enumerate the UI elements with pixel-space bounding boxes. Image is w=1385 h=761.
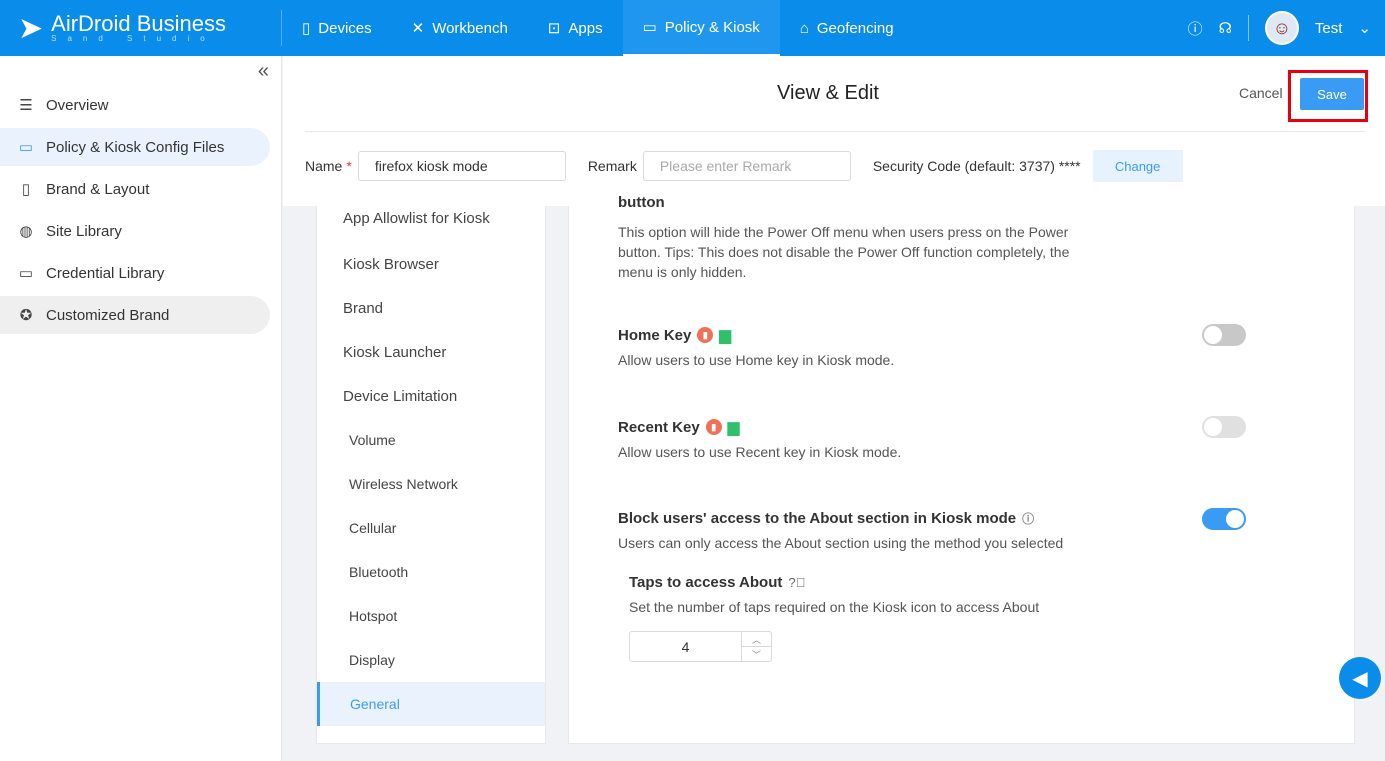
star-icon: ✪ xyxy=(19,307,33,324)
sidebar: « ☰ Overview ▭ Policy & Kiosk Config Files… xyxy=(0,56,282,761)
chevron-up-icon[interactable]: ︿ xyxy=(742,632,771,646)
edit-header: View & Edit Cancel Save Name * firefox ki… xyxy=(283,56,1385,206)
list-icon: ☰ xyxy=(19,97,33,114)
home-key-toggle[interactable] xyxy=(1202,324,1246,346)
sidebar-item-config-files[interactable]: ▭ Policy & Kiosk Config Files xyxy=(0,128,270,166)
android-icon: ▆ xyxy=(727,419,740,436)
support-icon[interactable]: ☊ xyxy=(1219,19,1232,37)
page-title: View & Edit xyxy=(777,82,879,104)
sidebar-item-site-library[interactable]: ◍ Site Library xyxy=(0,212,270,250)
block-about-toggle[interactable] xyxy=(1202,508,1246,530)
kiosk-badge-icon: ▮ xyxy=(705,419,722,435)
globe-icon: ◍ xyxy=(19,223,33,240)
chevron-down-icon[interactable]: ⌄ xyxy=(1358,19,1371,37)
menu-item[interactable]: Kiosk Browser xyxy=(317,242,545,286)
tools-icon: ✕ xyxy=(411,20,425,37)
top-bar: ➤ AirDroid Business Sand Studio ▯ Devices … xyxy=(0,0,1385,56)
nav-geofencing[interactable]: ⌂ Geofencing xyxy=(780,0,914,56)
menu-item[interactable]: Wireless Network xyxy=(317,462,545,506)
monitor-icon: ▭ xyxy=(18,265,34,282)
avatar[interactable]: ☺ xyxy=(1264,11,1299,45)
help-icon[interactable]: ?⃝ xyxy=(788,575,805,590)
info-icon[interactable]: ⓘ xyxy=(1022,510,1034,527)
recent-key-toggle[interactable] xyxy=(1202,416,1246,438)
android-icon: ▆ xyxy=(719,327,731,344)
cancel-button[interactable]: Cancel xyxy=(1239,85,1283,101)
user-name[interactable]: Test xyxy=(1315,20,1343,37)
folder-gear-icon: ▭ xyxy=(18,139,34,156)
security-code: Security Code (default: 3737) **** xyxy=(872,158,1081,174)
paper-plane-icon: ◀ xyxy=(1352,667,1368,690)
nav-apps[interactable]: ⊡ Apps xyxy=(528,0,623,56)
phone-icon: ▯ xyxy=(302,20,311,37)
remark-input[interactable]: Please enter Remark xyxy=(642,151,851,181)
sidebar-item-overview[interactable]: ☰ Overview xyxy=(0,86,270,124)
sidebar-item-brand-layout[interactable]: ▯ Brand & Layout xyxy=(0,170,270,208)
folder-icon: ▭ xyxy=(642,19,657,36)
airdroid-float-button[interactable]: ◀ xyxy=(1339,657,1381,699)
sidebar-item-customized-brand[interactable]: ✪ Customized Brand xyxy=(0,296,270,334)
change-button[interactable]: Change xyxy=(1092,150,1183,182)
nav-devices[interactable]: ▯ Devices xyxy=(282,0,392,56)
menu-item[interactable]: App Allowlist for Kiosk xyxy=(317,206,545,230)
menu-item[interactable]: Volume xyxy=(317,418,545,462)
menu-item[interactable]: Device Limitation xyxy=(317,374,545,418)
collapse-icon[interactable]: « xyxy=(258,60,269,83)
menu-item[interactable]: Brand xyxy=(317,286,545,330)
menu-item[interactable]: Hotspot xyxy=(317,594,545,638)
help-icon[interactable]: ⓘ xyxy=(1188,18,1203,39)
menu-item[interactable]: Cellular xyxy=(317,506,545,550)
taps-stepper[interactable]: 4 ︿ ﹀ xyxy=(629,631,772,662)
logo[interactable]: ➤ AirDroid Business Sand Studio xyxy=(0,10,282,46)
menu-item[interactable]: Kiosk Launcher xyxy=(317,330,545,374)
nav-policy-kiosk[interactable]: ▭ Policy & Kiosk xyxy=(622,0,780,56)
kiosk-badge-icon: ▮ xyxy=(697,327,714,343)
menu-item-active[interactable]: General xyxy=(317,682,545,726)
sidebar-item-credential-library[interactable]: ▭ Credential Library xyxy=(0,254,270,292)
map-icon: ⌂ xyxy=(799,19,809,37)
nav-workbench[interactable]: ✕ Workbench xyxy=(392,0,528,56)
menu-item[interactable]: Bluetooth xyxy=(317,550,545,594)
section-menu: App Allowlist for Kiosk Kiosk Browser Br… xyxy=(316,206,546,744)
bag-icon: ⊡ xyxy=(547,20,561,37)
menu-item[interactable]: Display xyxy=(317,638,545,682)
save-button[interactable]: Save xyxy=(1300,78,1364,110)
name-input[interactable]: firefox kiosk mode xyxy=(357,151,566,181)
paper-plane-icon: ➤ xyxy=(18,11,44,45)
chevron-down-icon[interactable]: ﹀ xyxy=(742,646,771,661)
phone-icon: ▯ xyxy=(21,181,31,198)
settings-panel: button This option will hide the Power O… xyxy=(568,196,1355,744)
